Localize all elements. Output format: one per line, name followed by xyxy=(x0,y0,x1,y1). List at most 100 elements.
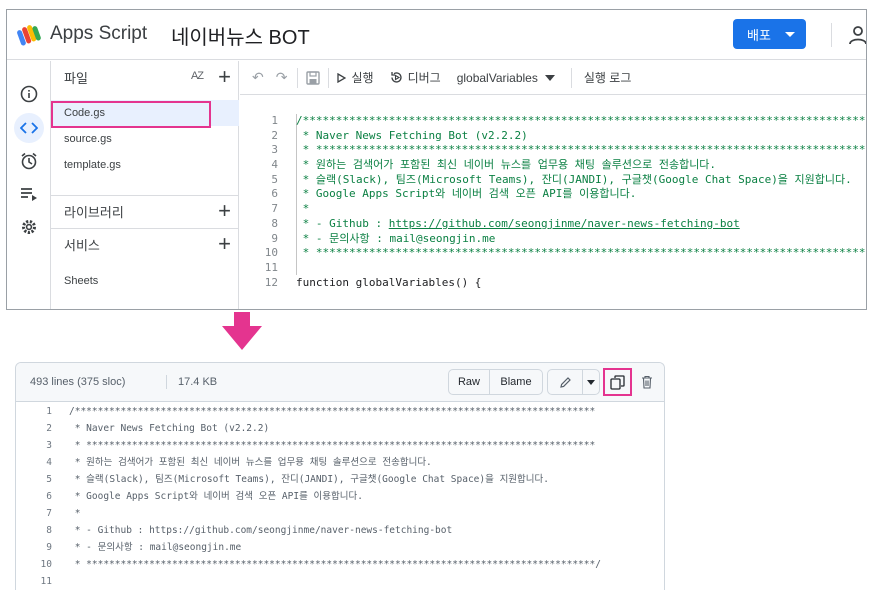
line-number[interactable]: 2 xyxy=(16,420,52,437)
line-number[interactable]: 4 xyxy=(16,454,52,471)
line-number[interactable]: 7 xyxy=(16,505,52,522)
code-line[interactable]: 12 function globalVariables() { xyxy=(240,275,866,291)
file-panel: 파일 AZ + Code.gs source.gs template.gs 라이… xyxy=(51,61,239,309)
deploy-label: 배포 xyxy=(747,27,771,43)
apps-script-window: Apps Script 네이버뉴스 BOT 배포 파일 AZ + Code.gs… xyxy=(6,9,867,310)
code-text: * Naver News Fetching Bot (v2.2.2) xyxy=(69,423,270,434)
list-run-icon[interactable] xyxy=(14,179,44,209)
line-number[interactable]: 8 xyxy=(16,522,52,539)
add-library-button[interactable]: + xyxy=(218,200,231,222)
line-number: 2 xyxy=(271,128,278,142)
code-text: * - Github : https://github.com/seongjin… xyxy=(296,216,740,230)
code-text: /***************************************… xyxy=(69,406,596,417)
run-button[interactable]: 실행 xyxy=(337,69,374,86)
line-number: 10 xyxy=(264,246,278,260)
services-header: 서비스 + xyxy=(51,228,239,261)
file-item-template[interactable]: template.gs xyxy=(51,152,239,178)
code-line[interactable]: 2 * Naver News Fetching Bot (v2.2.2) xyxy=(240,128,866,144)
account-icon[interactable] xyxy=(849,25,867,45)
file-item-source[interactable]: source.gs xyxy=(51,126,239,152)
files-header-label: 파일 xyxy=(64,71,88,86)
debug-button[interactable]: 디버그 xyxy=(390,69,441,86)
code-line[interactable]: 1 /**************************************… xyxy=(240,114,866,129)
add-service-button[interactable]: + xyxy=(218,233,231,255)
github-link[interactable]: https://github.com/seongjinme/naver-news… xyxy=(389,217,740,230)
apps-script-logo-icon xyxy=(17,25,41,46)
code-line: 2 * Naver News Fetching Bot (v2.2.2) xyxy=(16,420,664,437)
raw-button[interactable]: Raw xyxy=(448,369,490,395)
blame-button[interactable]: Blame xyxy=(489,369,543,395)
line-number[interactable]: 6 xyxy=(16,488,52,505)
file-header: 493 lines (375 sloc) 17.4 KB Raw Blame xyxy=(16,363,664,402)
service-item-sheets[interactable]: Sheets xyxy=(51,268,239,294)
code-text: * **************************************… xyxy=(69,440,596,451)
product-name: Apps Script xyxy=(50,23,148,44)
code-line[interactable]: 9 * - 문의사항 : mail@seongjin.me xyxy=(240,231,866,247)
chevron-down-icon xyxy=(587,379,595,385)
code-editor[interactable]: 1 /**************************************… xyxy=(240,114,866,309)
toolbar-divider xyxy=(297,67,299,88)
code-text: * 원하는 검색어가 포함된 최신 네이버 뉴스를 업무용 채팅 솔루션으로 전… xyxy=(69,457,432,468)
code-line: 10 * ***********************************… xyxy=(16,556,664,573)
line-number[interactable]: 11 xyxy=(16,573,52,590)
copy-raw-button[interactable] xyxy=(603,368,632,396)
delete-button[interactable] xyxy=(637,372,657,392)
redo-icon[interactable]: ↷ xyxy=(276,69,288,86)
line-number: 6 xyxy=(271,187,278,201)
line-number[interactable]: 1 xyxy=(16,403,52,420)
debug-label: 디버그 xyxy=(407,71,441,85)
sort-az-icon[interactable]: AZ xyxy=(191,70,204,82)
code-line: 11 xyxy=(16,573,664,590)
line-number: 9 xyxy=(271,231,278,245)
play-icon xyxy=(337,72,347,83)
deploy-button[interactable]: 배포 xyxy=(733,19,806,49)
execution-log-button[interactable]: 실행 로그 xyxy=(584,69,632,86)
code-text: * Naver News Fetching Bot (v2.2.2) xyxy=(296,128,528,142)
code-view: 1 /**************************************… xyxy=(16,403,664,590)
code-text: * 원하는 검색어가 포함된 최신 네이버 뉴스를 업무용 채팅 솔루션으로 전… xyxy=(296,158,717,172)
code-text: /***************************************… xyxy=(296,114,866,127)
code-line[interactable]: 5 * 슬랙(Slack), 팀즈(Microsoft Teams), 잔디(J… xyxy=(240,172,866,188)
code-line[interactable]: 10 * ***********************************… xyxy=(240,246,866,261)
line-number[interactable]: 9 xyxy=(16,539,52,556)
code-line[interactable]: 8 * - Github : https://github.com/seongj… xyxy=(240,216,866,232)
line-number[interactable]: 3 xyxy=(16,437,52,454)
info-icon[interactable] xyxy=(14,79,44,109)
code-text: * - 문의사항 : mail@seongjin.me xyxy=(296,231,496,245)
code-line[interactable]: 6 * Google Apps Script와 네이버 검색 오픈 API를 이… xyxy=(240,187,866,202)
code-icon[interactable] xyxy=(14,113,44,143)
code-line[interactable]: 11 xyxy=(240,261,866,276)
code-line[interactable]: 4 * 원하는 검색어가 포함된 최신 네이버 뉴스를 업무용 채팅 솔루션으로… xyxy=(240,158,866,173)
code-line: 3 * ************************************… xyxy=(16,437,664,454)
line-number: 12 xyxy=(264,275,278,289)
code-text: function globalVariables() { xyxy=(296,275,482,289)
github-file-view: 493 lines (375 sloc) 17.4 KB Raw Blame 1… xyxy=(15,362,665,590)
gear-icon[interactable] xyxy=(14,212,44,242)
code-text: * 슬랙(Slack), 팀즈(Microsoft Teams), 잔디(JAN… xyxy=(296,172,852,186)
code-text: * xyxy=(69,508,81,519)
pencil-icon xyxy=(559,376,571,388)
code-line[interactable]: 3 * ************************************… xyxy=(240,143,866,158)
trash-icon xyxy=(642,375,652,389)
save-icon[interactable] xyxy=(306,70,321,85)
function-select[interactable]: globalVariables xyxy=(457,71,555,85)
code-line: 8 * - Github : https://github.com/seongj… xyxy=(16,522,664,539)
add-file-button[interactable]: + xyxy=(218,66,231,88)
code-text: * Google Apps Script와 네이버 검색 오픈 API를 이용합… xyxy=(296,187,637,201)
undo-icon[interactable]: ↶ xyxy=(252,69,264,86)
code-line[interactable]: 7 * xyxy=(240,202,866,217)
line-number[interactable]: 5 xyxy=(16,471,52,488)
line-number[interactable]: 10 xyxy=(16,556,52,573)
line-count: 493 lines (375 sloc) xyxy=(30,376,126,388)
editor-toolbar: ↶ ↷ 실행 디버그 globalVariables 실행 로그 xyxy=(240,61,866,95)
edit-dropdown-button[interactable] xyxy=(582,369,600,395)
clock-icon[interactable] xyxy=(14,146,44,176)
project-title[interactable]: 네이버뉴스 BOT xyxy=(171,21,310,50)
libraries-header: 라이브러리 + xyxy=(51,195,239,228)
edit-button[interactable] xyxy=(547,369,583,395)
chevron-down-icon xyxy=(784,31,795,37)
highlight-box xyxy=(51,101,211,128)
toolbar-divider xyxy=(328,67,330,88)
code-text: * xyxy=(296,202,310,216)
header-divider xyxy=(831,23,832,47)
